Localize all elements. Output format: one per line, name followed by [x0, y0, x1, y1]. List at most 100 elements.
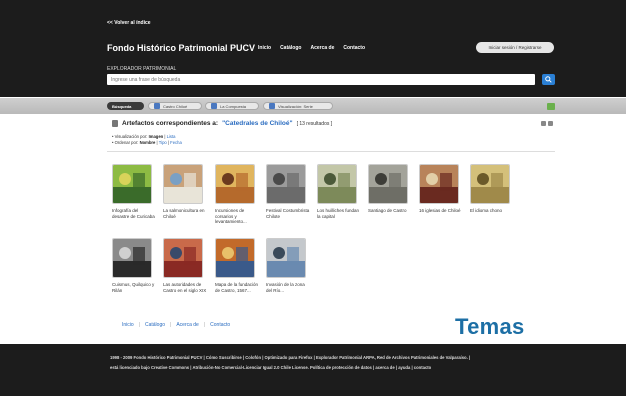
folder-icon [211, 103, 217, 109]
search-input[interactable] [107, 74, 535, 85]
result-caption[interactable]: Los huilliches fundan la capital [317, 208, 361, 219]
result-caption[interactable]: Invasión de la zona del Río... [266, 282, 310, 293]
result-item[interactable]: Incursiones de corsarios y levantamiento… [215, 164, 259, 225]
photo-thumbnail-icon [164, 239, 202, 277]
result-item[interactable]: Invasión de la zona del Río... [266, 238, 310, 293]
photo-thumbnail-icon [113, 165, 151, 203]
result-item[interactable]: 16 iglesias de Chiloé [419, 164, 463, 214]
result-caption[interactable]: Las autoridades de Castro en el siglo XI… [163, 282, 207, 293]
result-caption[interactable]: El idioma chono [470, 208, 514, 214]
result-thumbnail[interactable] [470, 164, 510, 204]
tab-la-compuesta[interactable]: La Compuesta [205, 102, 259, 110]
nav-inicio[interactable]: Inicio [258, 45, 271, 51]
result-item[interactable]: Las autoridades de Castro en el siglo XI… [163, 238, 207, 293]
result-item[interactable]: Mapa de la fundación de Castro, 1567... [215, 238, 259, 293]
result-thumbnail[interactable] [215, 238, 255, 278]
nav-contacto[interactable]: Contacto [343, 45, 365, 51]
photo-thumbnail-icon [164, 165, 202, 203]
result-caption[interactable]: Incursiones de corsarios y levantamiento… [215, 208, 259, 225]
result-caption[interactable]: 16 iglesias de Chiloé [419, 208, 463, 214]
photo-thumbnail-icon [369, 165, 407, 203]
photo-thumbnail-icon [113, 239, 151, 277]
footer: 1998 - 2009 Fondo Histórico Patrimonial … [0, 344, 626, 396]
tab-bar: Búsqueda Castro Chiloé La Compuesta Visu… [0, 98, 626, 114]
result-item[interactable]: Infografía del desastre de Curicaba [112, 164, 156, 219]
view-list-link[interactable]: Lista [167, 134, 176, 139]
result-thumbnail[interactable] [266, 238, 306, 278]
result-thumbnail[interactable] [112, 238, 152, 278]
photo-thumbnail-icon [267, 239, 305, 277]
result-thumbnail[interactable] [163, 238, 203, 278]
bottom-nav-inicio[interactable]: Inicio [122, 322, 134, 328]
photo-thumbnail-icon [318, 165, 356, 203]
result-item[interactable]: Festival Costumbrista Chilote [266, 164, 310, 219]
tab-label: La Compuesta [220, 103, 247, 109]
photo-thumbnail-icon [216, 165, 254, 203]
result-item[interactable]: El idioma chono [470, 164, 514, 214]
top-nav: Inicio Catálogo Acerca de Contacto [258, 45, 365, 51]
footer-line-2: está licenciado bajo Creative Commons | … [110, 365, 432, 370]
nav-acerca[interactable]: Acerca de [310, 45, 334, 51]
print-icon[interactable] [548, 121, 553, 126]
photo-thumbnail-icon [267, 165, 305, 203]
result-caption[interactable]: Cuismus, Quilquico y Rilán [112, 282, 156, 293]
tab-castro-chiloe[interactable]: Castro Chiloé [148, 102, 202, 110]
sort-date-link[interactable]: Fecha [170, 140, 182, 145]
result-item[interactable]: La salmonicultura en Chiloé [163, 164, 207, 219]
tab-label: Visualización: Serie [278, 103, 313, 109]
view-current: Imagen [148, 134, 164, 139]
document-icon [112, 120, 118, 127]
bottom-nav-catalogo[interactable]: Catálogo [145, 322, 165, 328]
tab-label: Castro Chiloé [163, 103, 188, 109]
result-thumbnail[interactable] [112, 164, 152, 204]
back-to-index-link[interactable]: << Volver al índice [107, 20, 151, 26]
photo-thumbnail-icon [471, 165, 509, 203]
sort-type-link[interactable]: Tipo [159, 140, 167, 145]
divider [107, 151, 555, 152]
sort-row: • Ordenar por: Nombre | Tipo | Fecha [112, 140, 182, 145]
results-label: Artefactos correspondientes a: [122, 120, 219, 127]
result-thumbnail[interactable] [266, 164, 306, 204]
add-tab-icon[interactable] [547, 103, 555, 110]
result-thumbnail[interactable] [215, 164, 255, 204]
explorer-label: EXPLORADOR PATRIMONIAL [107, 66, 177, 72]
header-bar: << Volver al índice Fondo Histórico Patr… [0, 0, 626, 97]
results-tools [541, 121, 553, 126]
bottom-nav: Inicio | Catálogo | Acerca de | Contacto [122, 322, 230, 328]
tab-busqueda[interactable]: Búsqueda [107, 102, 144, 110]
tab-visualizacion[interactable]: Visualización: Serie [263, 102, 333, 110]
result-item[interactable]: Santiago de Castro [368, 164, 412, 214]
result-caption[interactable]: La salmonicultura en Chiloé [163, 208, 207, 219]
nav-separator: | [203, 322, 206, 328]
result-caption[interactable]: Santiago de Castro [368, 208, 412, 214]
search-icon [154, 103, 160, 109]
nav-separator: | [170, 322, 172, 328]
bottom-nav-contacto[interactable]: Contacto [210, 322, 230, 328]
nav-separator: | [138, 322, 140, 328]
result-item[interactable]: Cuismus, Quilquico y Rilán [112, 238, 156, 293]
result-caption[interactable]: Infografía del desastre de Curicaba [112, 208, 156, 219]
result-thumbnail[interactable] [419, 164, 459, 204]
result-thumbnail[interactable] [163, 164, 203, 204]
result-thumbnail[interactable] [317, 164, 357, 204]
login-button[interactable]: Iniciar sesión / Registrarse [476, 42, 554, 53]
view-options: • Visualización por: Imagen | Lista • Or… [112, 134, 182, 146]
footer-line-1: 1998 - 2009 Fondo Histórico Patrimonial … [110, 355, 471, 360]
search-button[interactable] [542, 74, 555, 85]
results-count: [ 13 resultados ] [296, 120, 333, 127]
result-caption[interactable]: Mapa de la fundación de Castro, 1567... [215, 282, 259, 293]
bottom-nav-acerca[interactable]: Acerca de [176, 322, 199, 328]
link-icon[interactable] [541, 121, 546, 126]
site-title[interactable]: Fondo Histórico Patrimonial PUCV [107, 43, 255, 53]
photo-thumbnail-icon [420, 165, 458, 203]
sort-current: Nombre [139, 140, 156, 145]
search-icon [545, 76, 552, 83]
result-thumbnail[interactable] [368, 164, 408, 204]
result-caption[interactable]: Festival Costumbrista Chilote [266, 208, 310, 219]
results-query[interactable]: "Catedrales de Chiloé" [222, 120, 292, 127]
folder-icon [269, 103, 275, 109]
result-item[interactable]: Los huilliches fundan la capital [317, 164, 361, 219]
photo-thumbnail-icon [216, 239, 254, 277]
temas-heading[interactable]: Temas [455, 314, 525, 340]
nav-catalogo[interactable]: Catálogo [280, 45, 301, 51]
